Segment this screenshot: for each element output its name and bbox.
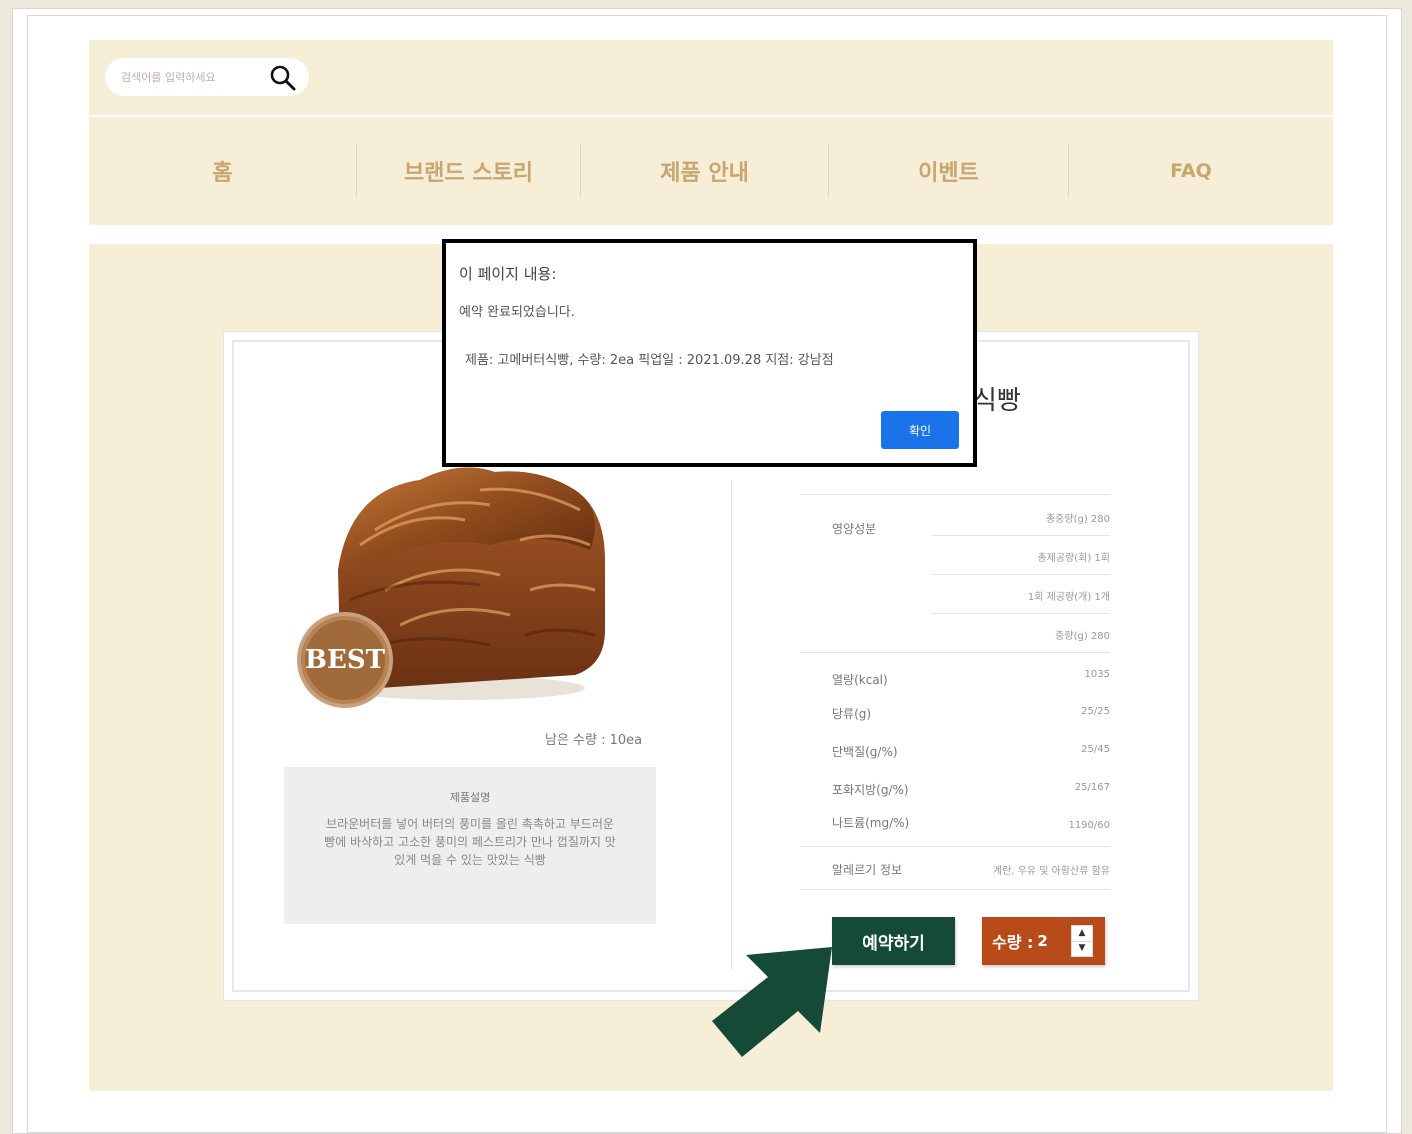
dialog-ok-button[interactable]: 확인 [881, 411, 959, 449]
nutrition-label: 열량(kcal) [832, 673, 888, 687]
nutrition-value: 총제공량(회) 1회 [1037, 553, 1110, 564]
quantity-label: 수량 : [992, 933, 1034, 952]
dialog-message: 예약 완료되었습니다. [459, 305, 575, 320]
best-badge: BEST [297, 612, 393, 708]
nutrition-value: 25/25 [1081, 706, 1110, 717]
product-title: 식빵 [973, 386, 1021, 416]
nutrition-value: 중량(g) 280 [1055, 631, 1110, 642]
main-nav: 홈 브랜드 스토리 제품 안내 이벤트 FAQ [89, 117, 1333, 225]
increment-icon[interactable]: ▲ [1072, 926, 1092, 941]
header-top [89, 40, 1333, 115]
table-rule [800, 652, 1110, 653]
nutrition-table: 영양성분 총중량(g) 280 총제공량(회) 1회 1회 제공량(개) 1개 … [800, 494, 1110, 894]
nutrition-label: 포화지방(g/%) [832, 783, 909, 797]
dialog-detail: 제품: 고메버터식빵, 수량: 2ea 픽업일 : 2021.09.28 지점:… [465, 353, 834, 368]
alert-dialog: 이 페이지 내용: 예약 완료되었습니다. 제품: 고메버터식빵, 수량: 2e… [442, 239, 977, 467]
nutrition-label: 나트륨(mg/%) [832, 816, 910, 830]
search-icon[interactable] [269, 64, 297, 92]
table-rule [932, 574, 1110, 575]
stock-remaining: 남은 수량 : 10ea [545, 733, 643, 748]
nutrition-value: 총중량(g) 280 [1045, 514, 1110, 525]
nav-item-home[interactable]: 홈 [89, 144, 356, 198]
search-input[interactable] [121, 70, 259, 84]
quantity-stepper[interactable]: ▲ ▼ [1071, 925, 1093, 957]
product-description-box: 제품설명 브라운버터를 넣어 버터의 풍미를 올린 촉촉하고 부드러운 빵에 바… [284, 767, 656, 924]
description-text: 브라운버터를 넣어 버터의 풍미를 올린 촉촉하고 부드러운 빵에 바삭하고 고… [324, 817, 616, 867]
nutrition-value: 1190/60 [1068, 820, 1110, 831]
table-rule [800, 889, 1110, 890]
allergy-value: 계란, 우유 및 아황산류 함유 [992, 866, 1110, 877]
reserve-button[interactable]: 예약하기 [832, 917, 955, 965]
nav-item-events[interactable]: 이벤트 [829, 144, 1068, 198]
description-title: 제품설명 [449, 791, 491, 804]
table-rule [800, 494, 1110, 495]
nav-item-brand-story[interactable]: 브랜드 스토리 [357, 144, 580, 198]
search-box [105, 58, 309, 96]
nutrition-label: 단백질(g/%) [832, 745, 898, 759]
nutrition-label: 당류(g) [832, 707, 872, 721]
nutrition-value: 25/167 [1074, 782, 1110, 793]
allergy-label: 알레르기 정보 [832, 863, 903, 877]
nutrition-value: 1035 [1084, 669, 1110, 680]
table-rule [800, 846, 1110, 847]
column-divider [731, 480, 732, 970]
nav-item-faq[interactable]: FAQ [1069, 144, 1313, 198]
pointer-arrow-icon [712, 947, 832, 1057]
table-rule [932, 613, 1110, 614]
dialog-title: 이 페이지 내용: [459, 265, 557, 283]
decrement-icon[interactable]: ▼ [1072, 940, 1092, 957]
nav-item-products[interactable]: 제품 안내 [581, 144, 828, 198]
nutrition-group-label: 영양성분 [832, 522, 877, 536]
nutrition-value: 25/45 [1081, 744, 1110, 755]
quantity-control: 수량 : 2 ▲ ▼ [982, 917, 1105, 965]
table-rule [932, 535, 1110, 536]
quantity-value[interactable]: 2 [1037, 932, 1047, 950]
nutrition-value: 1회 제공량(개) 1개 [1027, 592, 1110, 603]
